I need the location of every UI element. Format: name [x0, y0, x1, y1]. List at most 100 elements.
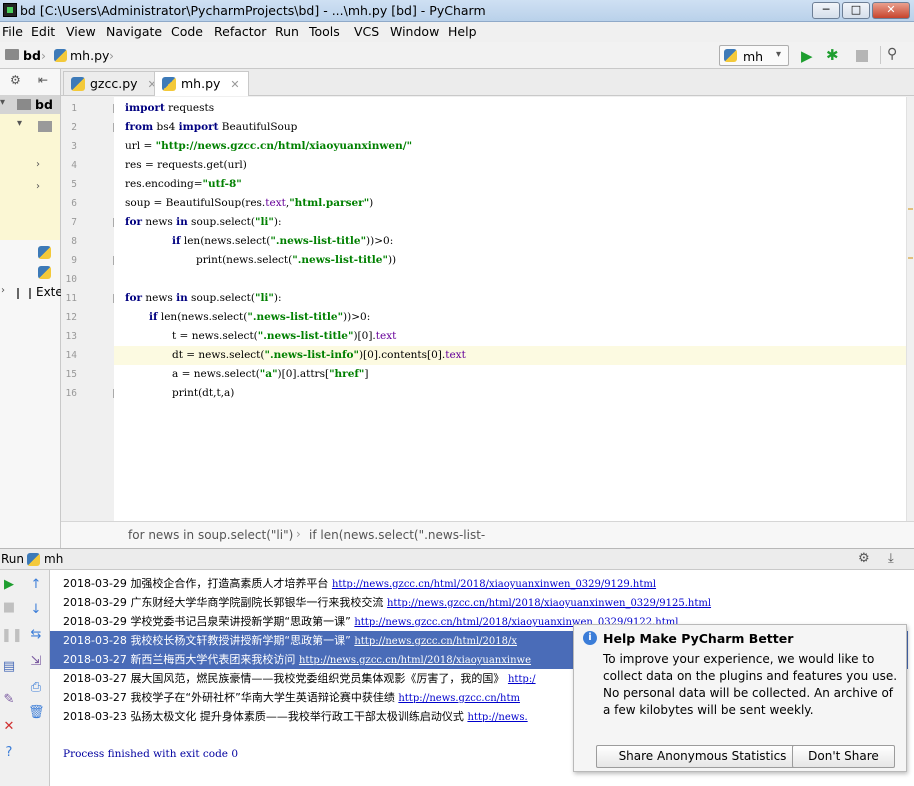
notification-body: To improve your experience, we would lik… — [603, 652, 898, 717]
chevron-right-icon[interactable]: › — [36, 159, 40, 170]
dont-share-button[interactable]: Don't Share — [792, 745, 895, 768]
console-link[interactable]: http://news. — [467, 712, 527, 723]
run-label: Run — [1, 552, 25, 566]
collapse-icon[interactable]: ⇤ — [38, 73, 48, 87]
close-tab-icon[interactable]: ✕ — [230, 78, 239, 91]
menu-refactor[interactable]: Refactor — [214, 24, 266, 39]
code-line: if len(news.select(".news-list-title"))>… — [172, 235, 394, 247]
project-root-row[interactable]: ▾ bd — [0, 95, 60, 114]
console-line: 2018-03-27 我校学子在“外研社杯”华南大学生英语辩论赛中获佳绩 htt… — [63, 691, 520, 704]
line-number: 7 — [71, 217, 77, 228]
close-run-icon[interactable]: ✕ — [1, 720, 17, 734]
search-icon[interactable]: ⚲ — [887, 46, 897, 62]
code-line: for news in soup.select("li"): — [125, 216, 282, 228]
console-line: 2018-03-29 广东财经大学华商学院副院长郭银华一行来我校交流 http:… — [63, 596, 712, 609]
menu-window[interactable]: Window — [390, 24, 439, 39]
notification-title: Help Make PyCharm Better — [603, 631, 794, 646]
stop-icon[interactable]: ■ — [1, 601, 17, 615]
hide-icon[interactable]: ⤓ — [888, 551, 894, 566]
clear-icon[interactable]: 🗑 — [28, 706, 45, 720]
tab-gzcc[interactable]: gzcc.py ✕ — [63, 71, 166, 96]
code-breadcrumb-if[interactable]: if len(news.select(".news-list- — [309, 528, 485, 542]
breadcrumb-project[interactable]: bd — [23, 48, 41, 63]
stop-icon[interactable] — [856, 50, 868, 62]
window-title: bd [C:\Users\Administrator\PycharmProjec… — [20, 3, 486, 18]
breadcrumb-file[interactable]: mh.py — [70, 48, 109, 63]
external-libraries-label[interactable]: Exte — [36, 285, 63, 299]
code-breadcrumb-for[interactable]: for news in soup.select("li") — [128, 528, 293, 542]
python-file-icon[interactable] — [38, 266, 51, 279]
debug-icon[interactable]: ✱ — [826, 46, 839, 64]
line-number: 6 — [71, 198, 77, 209]
scroll-marker — [908, 257, 913, 259]
editor-tabs: gzcc.py ✕ mh.py ✕ — [61, 69, 914, 96]
minimize-button[interactable]: ─ — [812, 2, 840, 19]
line-number: 16 — [65, 388, 77, 399]
console-link[interactable]: http:/ — [508, 674, 536, 685]
console-link[interactable]: http://news.gzcc.cn/html/2018/xiaoyuanxi… — [299, 655, 531, 666]
run-config-name[interactable]: mh — [44, 552, 63, 566]
help-icon[interactable]: ? — [1, 746, 17, 760]
toolbar-divider — [880, 46, 881, 64]
chevron-right-icon[interactable]: › — [36, 181, 40, 192]
code-line: from bs4 import BeautifulSoup — [125, 121, 298, 133]
console-link[interactable]: http://news.gzcc.cn/html/2018/xiaoyuanxi… — [387, 598, 711, 609]
gear-icon[interactable]: ⚙ — [10, 73, 21, 87]
soft-wrap-icon[interactable]: ⇆ — [28, 628, 44, 642]
chevron-right-icon[interactable]: › — [1, 285, 5, 296]
tab-mh[interactable]: mh.py ✕ — [154, 71, 249, 96]
gear-icon[interactable]: ⚙ — [858, 551, 870, 566]
project-root-label: bd — [35, 97, 53, 112]
code-line: res = requests.get(url) — [125, 159, 247, 171]
process-exit-line: Process finished with exit code 0 — [63, 748, 239, 760]
menu-run[interactable]: Run — [275, 24, 299, 39]
run-icon[interactable]: ▶ — [801, 47, 813, 65]
code-breadcrumb-bar: for news in soup.select("li") › if len(n… — [61, 521, 914, 548]
pin-icon[interactable]: ✎ — [1, 693, 17, 707]
run-config-label: mh — [743, 49, 764, 64]
scroll-to-end-icon[interactable]: ⇲ — [28, 655, 44, 669]
venv-folder-highlight — [0, 114, 60, 240]
folder-icon — [38, 121, 52, 132]
scroll-marker — [908, 208, 913, 210]
console-link[interactable]: http://news.gzcc.cn/html/2018/xiaoyuanxi… — [332, 579, 656, 590]
menu-edit[interactable]: Edit — [31, 24, 55, 39]
scroll-up-icon[interactable]: ↑ — [28, 578, 44, 592]
code-editor[interactable]: import requests from bs4 import Beautifu… — [114, 97, 906, 521]
line-number: 15 — [65, 369, 77, 380]
chevron-right-icon: › — [109, 48, 114, 63]
menu-bar: File Edit View Navigate Code Refactor Ru… — [0, 22, 914, 42]
line-number: 1 — [71, 103, 77, 114]
console-link[interactable]: http://news.gzcc.cn/htm — [398, 693, 520, 704]
scroll-down-icon[interactable]: ↓ — [28, 603, 44, 617]
code-line: if len(news.select(".news-list-title"))>… — [149, 311, 371, 323]
rerun-icon[interactable]: ▶ — [1, 578, 17, 592]
editor-scrollbar[interactable] — [906, 97, 914, 521]
close-button[interactable]: ✕ — [872, 2, 910, 19]
menu-vcs[interactable]: VCS — [354, 24, 379, 39]
python-file-icon — [162, 77, 176, 91]
menu-tools[interactable]: Tools — [309, 24, 340, 39]
chevron-down-icon[interactable]: ▾ — [17, 118, 22, 129]
share-statistics-button[interactable]: Share Anonymous Statistics — [596, 745, 809, 768]
pause-icon[interactable]: ❚❚ — [1, 629, 23, 643]
tab-label: mh.py — [181, 76, 221, 91]
restore-layout-icon[interactable]: ▤ — [1, 660, 17, 674]
maximize-button[interactable]: □ — [842, 2, 870, 19]
menu-code[interactable]: Code — [171, 24, 203, 39]
python-file-icon[interactable] — [38, 246, 51, 259]
line-number: 11 — [65, 293, 77, 304]
run-configuration-select[interactable]: mh ▾ — [719, 45, 789, 66]
console-link[interactable]: http://news.gzcc.cn/html/2018/x — [354, 636, 517, 647]
menu-view[interactable]: View — [66, 24, 96, 39]
line-number: 8 — [71, 236, 77, 247]
title-bar: bd [C:\Users\Administrator\PycharmProjec… — [0, 0, 914, 22]
code-line: print(dt,t,a) — [172, 387, 235, 399]
menu-help[interactable]: Help — [448, 24, 477, 39]
code-line: for news in soup.select("li"): — [125, 292, 282, 304]
print-icon[interactable]: ⎙ — [28, 681, 44, 695]
folder-icon — [17, 99, 31, 110]
chevron-right-icon: › — [41, 48, 46, 63]
menu-file[interactable]: File — [2, 24, 23, 39]
menu-navigate[interactable]: Navigate — [106, 24, 162, 39]
